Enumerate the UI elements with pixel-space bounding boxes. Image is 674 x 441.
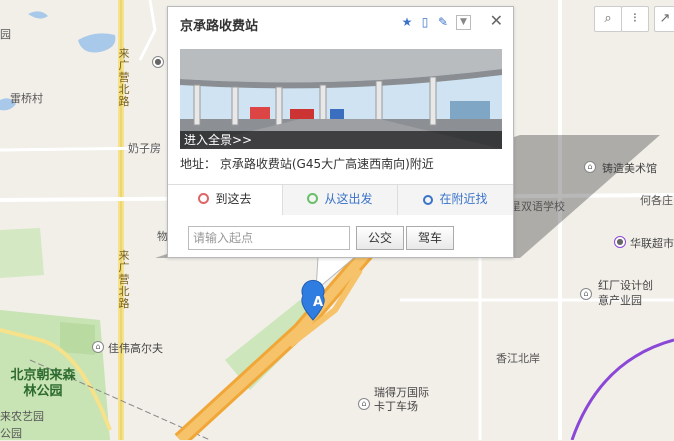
park-label: 北京朝来森林公园 (10, 368, 76, 399)
red-dot-icon (198, 193, 210, 204)
address-label: 地址： (180, 157, 217, 171)
bus-button[interactable]: 公交 (356, 226, 404, 250)
origin-input[interactable] (188, 226, 350, 250)
tab-search-nearby[interactable]: 在附近找 (398, 185, 513, 215)
subway-line (570, 338, 674, 440)
edit-icon[interactable]: ✎ (436, 15, 450, 29)
star-icon[interactable]: ★ (400, 15, 414, 29)
map-label: 来农艺园 (0, 410, 44, 423)
supermarket-icon: ● (614, 236, 626, 248)
chevron-down-icon[interactable]: ▼ (456, 15, 471, 30)
address-value: 京承路收费站(G45大广高速西南向)附近 (219, 157, 434, 171)
marker-label: A (312, 295, 324, 310)
map-label: 瑞得万国际卡丁车场 (374, 386, 429, 413)
golf-icon: ⌂ (92, 341, 104, 353)
map-label: 何各庄 (640, 194, 673, 207)
museum-icon: ⌂ (584, 161, 596, 173)
tab-label: 从这出发 (324, 192, 373, 206)
map-label: 铸造美术馆 (602, 162, 657, 175)
map-label: 星双语学校 (510, 200, 565, 213)
search-icon (423, 195, 434, 205)
tab-label: 到这去 (215, 192, 252, 206)
map-label: 园 (0, 28, 11, 41)
map-label: 雷桥村 (10, 92, 43, 105)
poi-icon: ● (152, 56, 164, 68)
road-label: 来广营北路 (118, 249, 130, 310)
close-button[interactable]: ✕ (490, 12, 503, 30)
map-label: 香江北岸 (496, 352, 540, 365)
map-label: 红厂设计创意产业园 (598, 279, 653, 307)
map-label: 华联超市 (630, 237, 674, 250)
drive-button[interactable]: 驾车 (406, 226, 454, 250)
phone-icon[interactable]: ▯ (418, 15, 432, 29)
panorama-link[interactable]: 进入全景>> (180, 131, 502, 149)
tab-start-here[interactable]: 从这出发 (283, 185, 398, 215)
map-label: 奶子房 (128, 142, 161, 155)
karting-icon: ⌂ (358, 398, 370, 410)
traffic-light-icon[interactable]: ⁝ (621, 6, 649, 32)
green-dot-icon (307, 193, 319, 204)
map-label: 佳伟高尔夫 (108, 342, 163, 355)
map-label: 公园 (0, 427, 22, 440)
address-line: 地址： 京承路收费站(G45大广高速西南向)附近 (180, 155, 434, 172)
road-label: 来广营北路 (118, 47, 130, 108)
park-poi-icon: ⌂ (580, 288, 592, 300)
magnify-icon[interactable]: ⌕ (594, 6, 622, 32)
info-popup: 京承路收费站 ★ ▯ ✎ ▼ ✕ 进入全景>> 地址： 京承路收费站(G45大广… (167, 6, 514, 258)
popup-title: 京承路收费站 (180, 19, 259, 34)
route-tabs: 到这去 从这出发 在附近找 (168, 184, 513, 215)
tab-label: 在附近找 (439, 192, 488, 206)
share-icon[interactable]: ↗ (654, 6, 674, 32)
tab-go-here[interactable]: 到这去 (168, 185, 283, 215)
panorama-photo[interactable]: 进入全景>> (180, 49, 502, 149)
lake (78, 33, 116, 53)
